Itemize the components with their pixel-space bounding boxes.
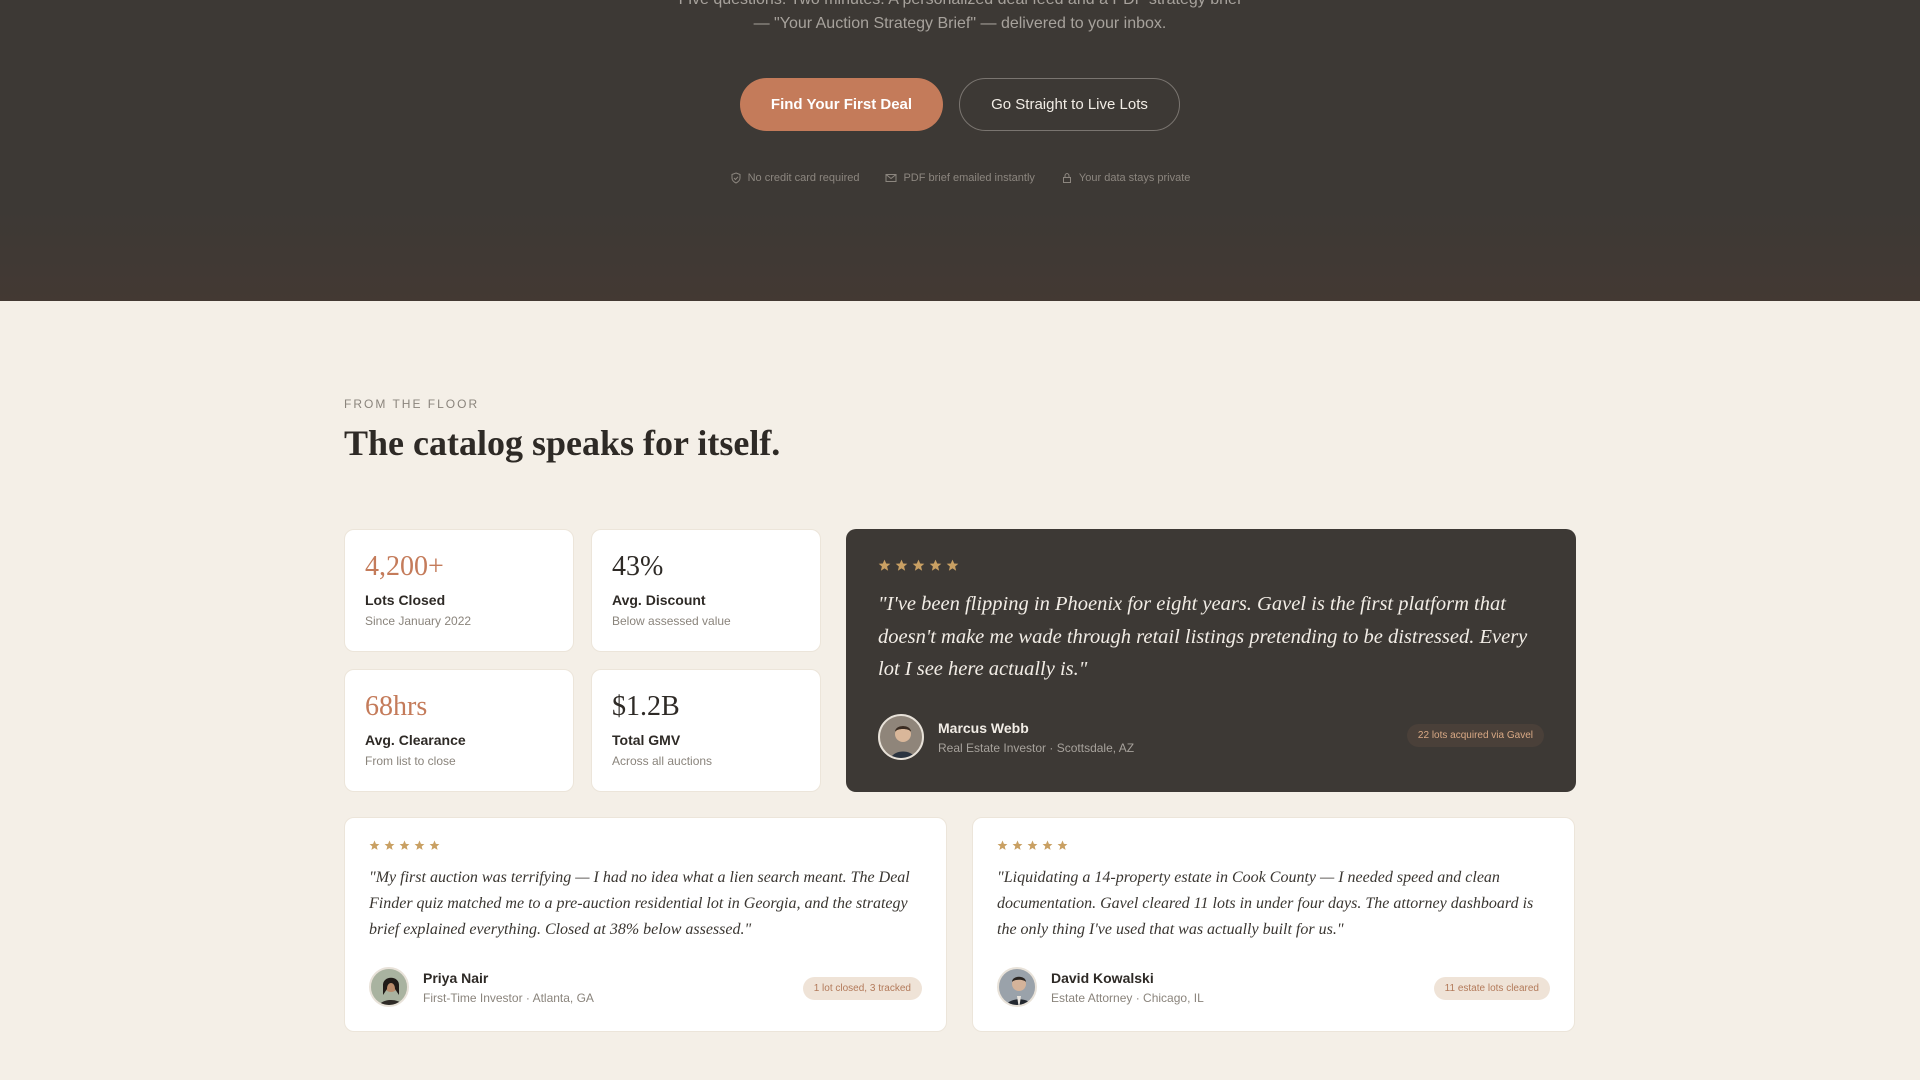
testimonial-author: Priya Nair First-Time Investor · Atlanta… bbox=[369, 967, 594, 1007]
star-rating bbox=[369, 840, 922, 851]
star-icon bbox=[946, 559, 959, 571]
stat-card-avg-clearance: 68hrs Avg. Clearance From list to close bbox=[344, 669, 574, 792]
stat-label: Total GMV bbox=[612, 732, 681, 748]
stat-value: $1.2B bbox=[612, 691, 680, 722]
star-icon bbox=[1042, 840, 1053, 850]
stat-value: 68hrs bbox=[365, 691, 428, 722]
star-icon bbox=[429, 840, 440, 850]
star-icon bbox=[912, 559, 925, 571]
result-badge: 1 lot closed, 3 tracked bbox=[802, 977, 922, 1000]
avatar bbox=[878, 714, 924, 760]
trust-item-pdf: PDF brief emailed instantly bbox=[885, 172, 1035, 184]
stat-card-lots-closed: 4,200+ Lots Closed Since January 2022 bbox=[344, 529, 574, 652]
star-icon bbox=[878, 559, 891, 571]
find-first-deal-button[interactable]: Find Your First Deal bbox=[740, 78, 943, 131]
hero-section: Five questions. Two minutes. A personali… bbox=[0, 0, 1920, 301]
star-rating bbox=[997, 840, 1550, 851]
testimonial-quote: "Liquidating a 14-property estate in Coo… bbox=[997, 869, 1534, 938]
testimonial-quote: "I've been flipping in Phoenix for eight… bbox=[878, 593, 1528, 680]
star-icon bbox=[1012, 840, 1023, 850]
star-icon bbox=[384, 840, 395, 850]
stat-card-avg-discount: 43% Avg. Discount Below assessed value bbox=[591, 529, 821, 652]
stat-value: 43% bbox=[612, 551, 664, 582]
author-name: David Kowalski bbox=[1051, 969, 1154, 986]
stat-sub: From list to close bbox=[365, 754, 456, 768]
author-role: Real Estate Investor · Scottsdale, AZ bbox=[938, 740, 1135, 755]
trust-item-no-card: No credit card required bbox=[730, 172, 860, 184]
trust-label: Your data stays private bbox=[1078, 172, 1191, 184]
hero-subtitle-line-2: — "Your Auction Strategy Brief" — delive… bbox=[753, 15, 1167, 32]
stat-sub: Since January 2022 bbox=[365, 614, 472, 628]
live-lots-button[interactable]: Go Straight to Live Lots bbox=[959, 78, 1180, 131]
star-icon bbox=[369, 840, 380, 850]
author-name: Priya Nair bbox=[423, 969, 489, 986]
person-photo-icon bbox=[999, 969, 1035, 1005]
testimonial-author: David Kowalski Estate Attorney · Chicago… bbox=[997, 967, 1204, 1007]
stat-label: Avg. Clearance bbox=[365, 732, 466, 748]
trust-label: No credit card required bbox=[747, 172, 860, 184]
person-photo-icon bbox=[880, 716, 922, 758]
star-icon bbox=[929, 559, 942, 571]
author-name: Marcus Webb bbox=[938, 719, 1029, 736]
star-icon bbox=[399, 840, 410, 850]
trust-badges: No credit card required PDF brief emaile… bbox=[0, 172, 1920, 184]
star-icon bbox=[1027, 840, 1038, 850]
author-role: Estate Attorney · Chicago, IL bbox=[1051, 990, 1204, 1005]
star-icon bbox=[895, 559, 908, 571]
avatar bbox=[369, 967, 409, 1007]
testimonial-card-david: "Liquidating a 14-property estate in Coo… bbox=[972, 817, 1575, 1032]
star-rating bbox=[878, 559, 1544, 572]
stat-card-total-gmv: $1.2B Total GMV Across all auctions bbox=[591, 669, 821, 792]
featured-testimonial: "I've been flipping in Phoenix for eight… bbox=[846, 529, 1576, 792]
stat-value: 4,200+ bbox=[365, 551, 444, 582]
trust-label: PDF brief emailed instantly bbox=[903, 172, 1035, 184]
person-photo-icon bbox=[371, 969, 407, 1005]
trust-item-private: Your data stays private bbox=[1061, 172, 1191, 184]
star-icon bbox=[1057, 840, 1068, 850]
author-role: First-Time Investor · Atlanta, GA bbox=[423, 990, 594, 1005]
result-badge: 11 estate lots cleared bbox=[1433, 977, 1550, 1000]
section-title: The catalog speaks for itself. bbox=[344, 423, 781, 463]
star-icon bbox=[997, 840, 1008, 850]
hero-subtitle-line-1: Five questions. Two minutes. A personali… bbox=[0, 0, 1920, 12]
testimonial-card-priya: "My first auction was terrifying — I had… bbox=[344, 817, 947, 1032]
section-eyebrow: FROM THE FLOOR bbox=[344, 397, 480, 411]
stat-sub: Across all auctions bbox=[612, 754, 713, 768]
stat-sub: Below assessed value bbox=[612, 614, 731, 628]
testimonial-quote: "My first auction was terrifying — I had… bbox=[369, 869, 910, 938]
stat-label: Lots Closed bbox=[365, 592, 446, 608]
stat-label: Avg. Discount bbox=[612, 592, 706, 608]
shield-check-icon bbox=[731, 172, 741, 184]
mail-icon bbox=[885, 174, 897, 182]
lock-icon bbox=[1062, 172, 1071, 183]
testimonial-author: Marcus Webb Real Estate Investor · Scott… bbox=[878, 714, 1134, 760]
result-badge: 22 lots acquired via Gavel bbox=[1406, 724, 1544, 747]
star-icon bbox=[414, 840, 425, 850]
avatar bbox=[997, 967, 1037, 1007]
